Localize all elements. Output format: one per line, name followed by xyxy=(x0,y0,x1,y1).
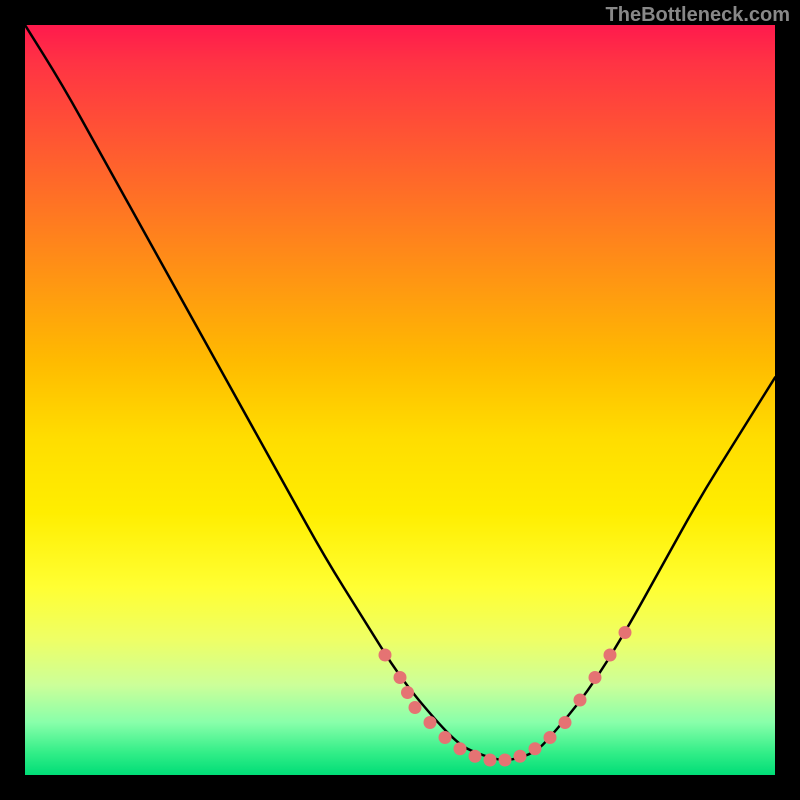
curve-marker xyxy=(484,754,497,767)
curve-marker xyxy=(469,750,482,763)
curve-marker xyxy=(514,750,527,763)
bottleneck-curve-path xyxy=(25,25,775,760)
watermark-text: TheBottleneck.com xyxy=(606,4,790,27)
chart-plot-area xyxy=(25,25,775,775)
curve-marker xyxy=(589,671,602,684)
curve-marker xyxy=(439,731,452,744)
curve-marker xyxy=(424,716,437,729)
curve-marker xyxy=(409,701,422,714)
curve-marker xyxy=(619,626,632,639)
curve-marker xyxy=(454,742,467,755)
curve-marker xyxy=(499,754,512,767)
curve-marker xyxy=(559,716,572,729)
curve-marker xyxy=(604,649,617,662)
curve-marker xyxy=(401,686,414,699)
curve-marker xyxy=(544,731,557,744)
curve-marker xyxy=(529,742,542,755)
chart-svg xyxy=(25,25,775,775)
curve-marker xyxy=(394,671,407,684)
curve-marker xyxy=(574,694,587,707)
curve-marker xyxy=(379,649,392,662)
